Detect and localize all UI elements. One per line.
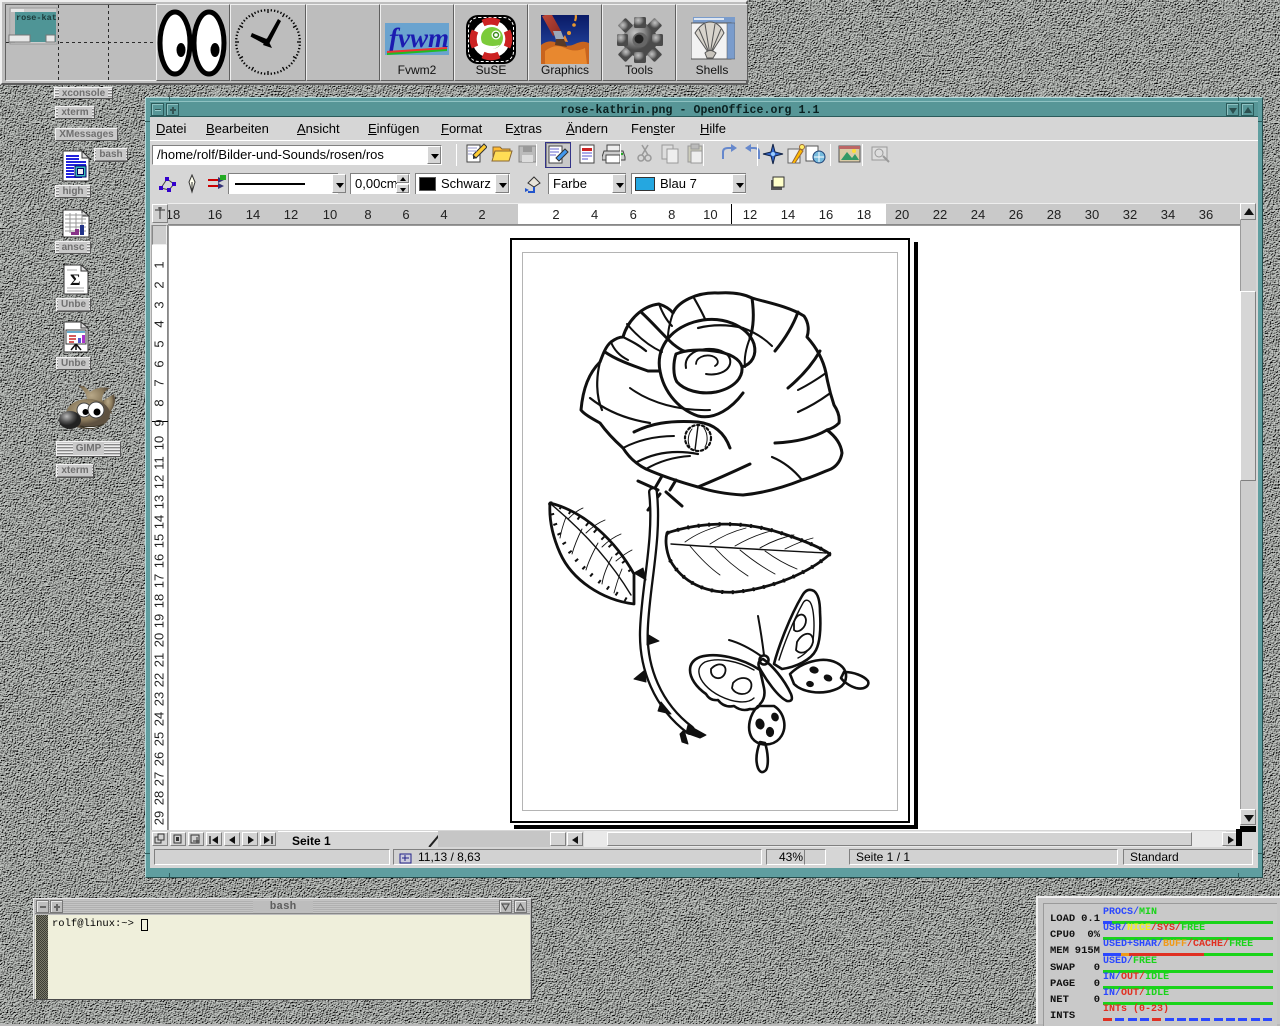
svg-text:rose-kat: rose-kat [16,13,57,23]
svg-text:Σ: Σ [70,272,80,289]
